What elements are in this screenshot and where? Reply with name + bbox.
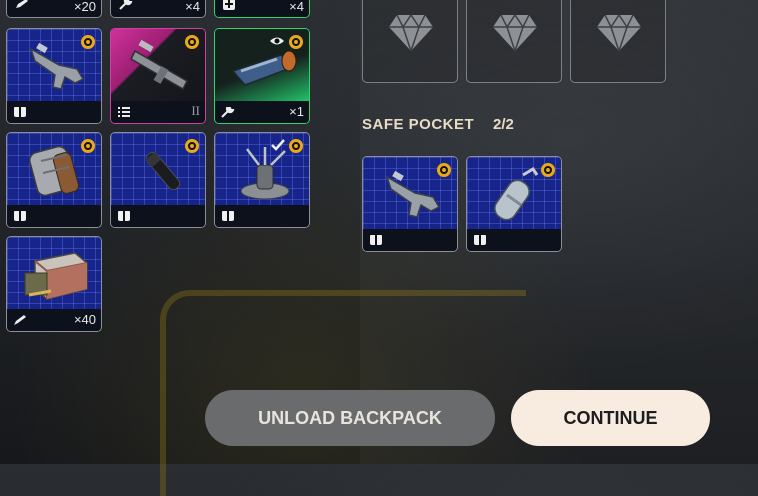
top-slot-count: ×4 [289, 0, 304, 14]
eye-icon [270, 37, 284, 45]
list-icon [118, 107, 130, 117]
gem-slot-3[interactable] [570, 0, 666, 83]
favorite-badge-icon [541, 163, 555, 177]
safe-pocket-count: 2/2 [493, 116, 514, 133]
medkit-icon [223, 0, 235, 10]
favorite-badge-icon [81, 139, 95, 153]
unload-backpack-button[interactable]: UNLOAD BACKPACK [205, 390, 495, 446]
gem-slot-1[interactable] [362, 0, 458, 83]
pencil-icon [16, 0, 28, 8]
book-icon [14, 107, 26, 117]
favorite-badge-icon [437, 163, 451, 177]
tube-icon [145, 151, 181, 191]
gem-icon [493, 13, 537, 52]
launcher-icon [130, 39, 188, 91]
favorite-badge-icon [81, 35, 95, 49]
backpack-slot-smg[interactable] [6, 28, 102, 124]
backpack-slot-device[interactable]: ×1 [214, 28, 310, 124]
safe-pocket-slot-gas-canister[interactable] [466, 156, 562, 252]
pencil-icon [14, 315, 26, 325]
favorite-badge-icon [185, 35, 199, 49]
backpack-slot-barrel-canister[interactable] [6, 132, 102, 228]
safe-pocket-slot-smg[interactable] [362, 156, 458, 252]
continue-button[interactable]: CONTINUE [511, 390, 710, 446]
tier-label: II [191, 103, 200, 118]
favorite-badge-icon [289, 35, 303, 49]
favorite-badge-icon [289, 139, 303, 153]
canister-icon [29, 145, 80, 197]
gas-canister-icon [494, 166, 539, 221]
wrench-icon [119, 0, 133, 10]
gem-icon [389, 13, 433, 52]
backpack-slot-ammo-box[interactable]: ×40 [6, 236, 102, 332]
book-icon [118, 211, 130, 221]
book-icon [474, 235, 486, 245]
top-slot-count: ×20 [73, 0, 96, 14]
smg-icon [385, 170, 441, 218]
backpack-slot-launcher[interactable]: II [110, 28, 206, 124]
gadget-icon [240, 147, 290, 200]
book-icon [222, 211, 234, 221]
check-icon [271, 139, 285, 151]
ammo-box-icon [24, 252, 88, 300]
wrench-icon [221, 107, 235, 118]
book-icon [14, 211, 26, 221]
book-icon [370, 235, 382, 245]
smg-icon [29, 42, 85, 90]
top-slot-count: ×4 [185, 0, 200, 14]
item-count: ×1 [289, 104, 304, 119]
gem-icon [597, 13, 641, 52]
safe-pocket-title: SAFE POCKET [362, 116, 475, 133]
top-slot-pencil[interactable]: ×20 [6, 0, 102, 18]
item-count: ×40 [73, 312, 96, 327]
gem-slot-2[interactable] [466, 0, 562, 83]
favorite-badge-icon [185, 139, 199, 153]
backpack-slot-tube[interactable] [110, 132, 206, 228]
backpack-slot-gadget[interactable] [214, 132, 310, 228]
top-slot-wrench[interactable]: ×4 [110, 0, 206, 18]
top-slot-medkit[interactable]: ×4 [214, 0, 310, 18]
device-icon [231, 50, 297, 86]
